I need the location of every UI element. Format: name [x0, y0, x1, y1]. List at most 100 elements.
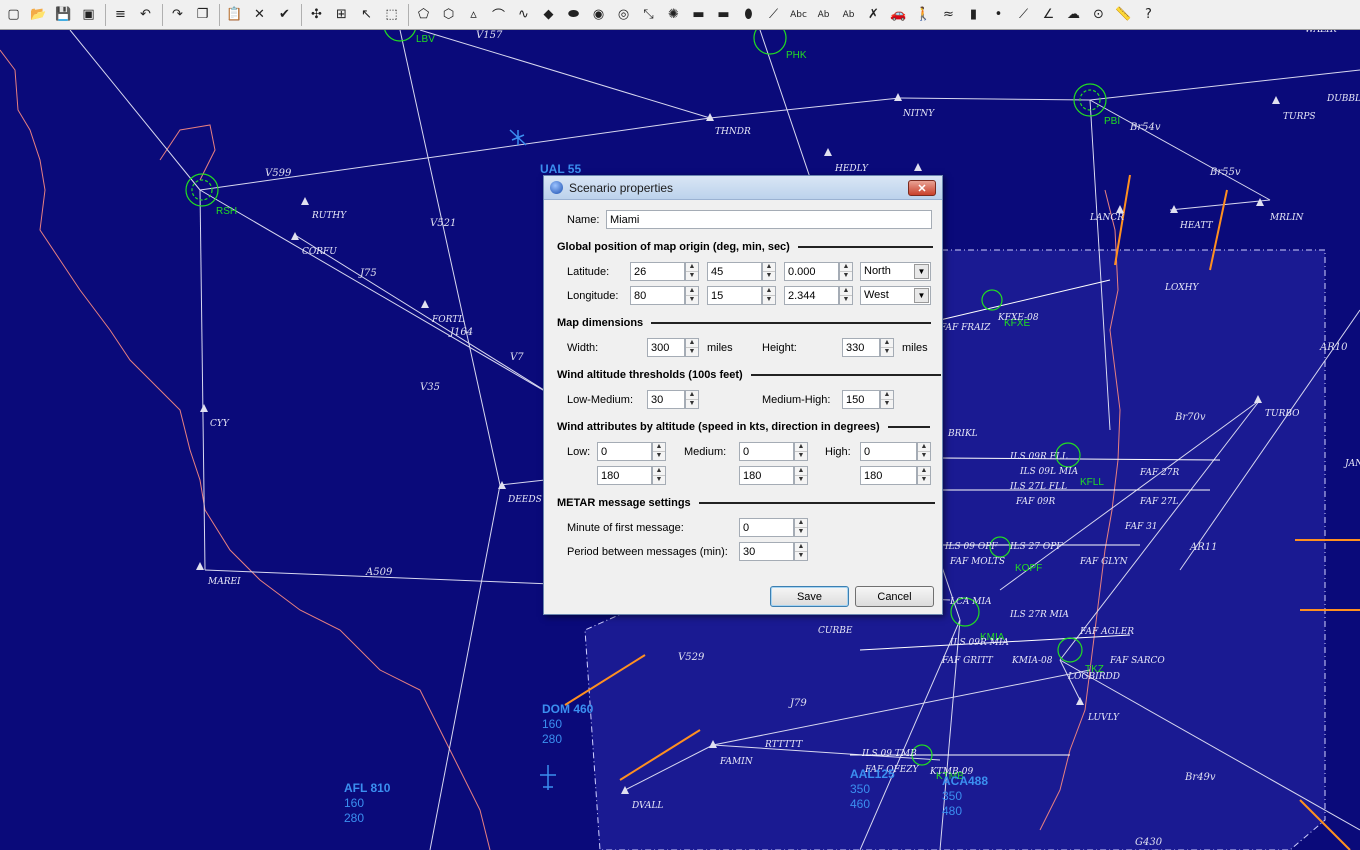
medium-speed-spinner[interactable]: ▲ ▼ — [794, 442, 808, 461]
area-icon[interactable]: ▬ — [712, 3, 735, 27]
save-icon[interactable]: 💾 — [52, 3, 75, 27]
wave-icon[interactable]: ≈ — [937, 3, 960, 27]
cross-icon[interactable]: ✗ — [862, 3, 885, 27]
polygon-alt-icon[interactable]: ⬡ — [437, 3, 460, 27]
medium-speed-input[interactable]: 0 — [739, 442, 794, 461]
app-icon — [550, 181, 563, 194]
map-icon[interactable]: ✣ — [305, 3, 328, 27]
properties-icon[interactable]: ▣ — [77, 3, 100, 27]
svg-text:FAF SARCO: FAF SARCO — [1109, 656, 1165, 666]
first-message-spinner[interactable]: ▲ ▼ — [794, 518, 808, 537]
low-medium-input[interactable]: 30 — [647, 390, 685, 409]
period-spinner[interactable]: ▲ ▼ — [794, 542, 808, 561]
oval-icon[interactable]: ⬮ — [737, 3, 760, 27]
help-icon[interactable]: ? — [1137, 3, 1160, 27]
svg-text:FAF 09R: FAF 09R — [1015, 497, 1056, 507]
latitude-sec-input[interactable]: 0.000 — [784, 262, 839, 281]
car-icon[interactable]: 🚗 — [887, 3, 910, 27]
longitude-hemisphere-select[interactable]: West ▼ — [860, 286, 931, 305]
select-area-icon[interactable]: ⬚ — [380, 3, 403, 27]
tree-icon[interactable]: ⊞ — [330, 3, 353, 27]
width-spinner[interactable]: ▲ ▼ — [685, 338, 699, 357]
svg-text:LANCR: LANCR — [1089, 213, 1124, 223]
cancel-button[interactable]: Cancel — [855, 586, 934, 607]
dialog-titlebar[interactable]: Scenario properties ✕ — [544, 176, 942, 200]
pointer-icon[interactable]: ↖ — [355, 3, 378, 27]
import-icon[interactable]: ≡ — [109, 3, 132, 27]
person-icon[interactable]: 🚶 — [912, 3, 935, 27]
diagonal-icon[interactable]: ⟋ — [1012, 3, 1035, 27]
latitude-sec-spinner[interactable]: ▲ ▼ — [839, 262, 853, 281]
radar-icon[interactable]: ✺ — [662, 3, 685, 27]
close-button[interactable]: ✕ — [908, 180, 936, 196]
aircraft-label[interactable]: AAL125 350 460 — [850, 767, 895, 812]
height-label: Height: — [762, 342, 797, 354]
check-icon[interactable]: ✔ — [273, 3, 296, 27]
ruler-icon[interactable]: 📏 — [1112, 3, 1135, 27]
medium-direction-spinner[interactable]: ▲ ▼ — [794, 466, 808, 485]
aircraft-label[interactable]: DOM 460 160 280 — [542, 702, 593, 747]
period-input[interactable]: 30 — [739, 542, 794, 561]
high-speed-input[interactable]: 0 — [860, 442, 917, 461]
aircraft-altitude: 350 — [942, 789, 963, 803]
new-file-icon[interactable]: ▢ — [2, 3, 25, 27]
text-icon[interactable]: Abc — [787, 3, 810, 27]
latitude-deg-spinner[interactable]: ▲ ▼ — [685, 262, 699, 281]
longitude-sec-spinner[interactable]: ▲ ▼ — [839, 286, 853, 305]
wind-thresholds-section-header: Wind altitude thresholds (100s feet) — [557, 369, 941, 381]
ellipse-icon[interactable]: ⬬ — [562, 3, 585, 27]
open-folder-icon[interactable]: 📂 — [27, 3, 50, 27]
high-direction-spinner[interactable]: ▲ ▼ — [917, 466, 931, 485]
runway-icon[interactable]: ▬ — [687, 3, 710, 27]
redo-icon[interactable]: ↷ — [166, 3, 189, 27]
dot-icon[interactable]: • — [987, 3, 1010, 27]
angle-icon[interactable]: ∠ — [1037, 3, 1060, 27]
target-icon[interactable]: ◎ — [612, 3, 635, 27]
aircraft-label[interactable]: ACA488 350 480 — [942, 774, 988, 819]
triangle-icon[interactable]: ▵ — [462, 3, 485, 27]
low-direction-spinner[interactable]: ▲ ▼ — [652, 466, 666, 485]
latitude-min-spinner[interactable]: ▲ ▼ — [762, 262, 776, 281]
high-speed-spinner[interactable]: ▲ ▼ — [917, 442, 931, 461]
tower-icon[interactable]: ▮ — [962, 3, 985, 27]
low-medium-spinner[interactable]: ▲ ▼ — [685, 390, 699, 409]
name-input[interactable]: Miami — [606, 210, 932, 229]
link-icon[interactable]: ⤡ — [637, 3, 660, 27]
delete-icon[interactable]: ✕ — [248, 3, 271, 27]
medium-high-spinner[interactable]: ▲ ▼ — [880, 390, 894, 409]
label-icon[interactable]: Ab — [812, 3, 835, 27]
circle-icon[interactable]: ◉ — [587, 3, 610, 27]
width-label: Width: — [567, 342, 599, 354]
longitude-deg-input[interactable]: 80 — [630, 286, 685, 305]
width-input[interactable]: 300 — [647, 338, 685, 357]
copy-icon[interactable]: ❐ — [191, 3, 214, 27]
low-speed-spinner[interactable]: ▲ ▼ — [652, 442, 666, 461]
low-speed-input[interactable]: 0 — [597, 442, 652, 461]
longitude-min-input[interactable]: 15 — [707, 286, 762, 305]
longitude-min-spinner[interactable]: ▲ ▼ — [762, 286, 776, 305]
medium-high-input[interactable]: 150 — [842, 390, 880, 409]
low-direction-input[interactable]: 180 — [597, 466, 652, 485]
undo-icon[interactable]: ↶ — [134, 3, 157, 27]
stop-icon[interactable]: ⊙ — [1087, 3, 1110, 27]
fill-icon[interactable]: ◆ — [537, 3, 560, 27]
high-direction-input[interactable]: 180 — [860, 466, 917, 485]
latitude-min-input[interactable]: 45 — [707, 262, 762, 281]
longitude-deg-spinner[interactable]: ▲ ▼ — [685, 286, 699, 305]
cloud-icon[interactable]: ☁ — [1062, 3, 1085, 27]
height-spinner[interactable]: ▲ ▼ — [880, 338, 894, 357]
aircraft-label[interactable]: AFL 810 160 280 — [344, 781, 390, 826]
height-input[interactable]: 330 — [842, 338, 880, 357]
route-icon[interactable]: ⟋ — [762, 3, 785, 27]
latitude-hemisphere-select[interactable]: North ▼ — [860, 262, 931, 281]
medium-direction-input[interactable]: 180 — [739, 466, 794, 485]
save-button[interactable]: Save — [770, 586, 849, 607]
curve-icon[interactable]: ∿ — [512, 3, 535, 27]
first-message-input[interactable]: 0 — [739, 518, 794, 537]
polygon-icon[interactable]: ⬠ — [412, 3, 435, 27]
latitude-deg-input[interactable]: 26 — [630, 262, 685, 281]
line-icon[interactable]: ⌒ — [487, 3, 510, 27]
label-alt-icon[interactable]: Ab — [837, 3, 860, 27]
paste-icon[interactable]: 📋 — [223, 3, 246, 27]
longitude-sec-input[interactable]: 2.344 — [784, 286, 839, 305]
